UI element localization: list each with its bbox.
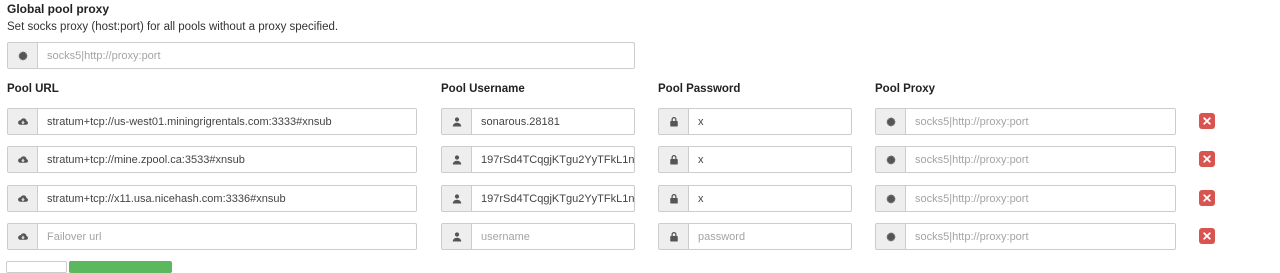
lock-icon [659, 109, 689, 134]
pool-username-group[interactable]: sonarous.28181 [441, 108, 635, 135]
pool-proxy-group[interactable]: socks5|http://proxy:port [875, 146, 1176, 173]
pool-username-group[interactable]: username [441, 223, 635, 250]
lock-icon [659, 224, 689, 249]
close-icon [1203, 194, 1211, 202]
pool-password-input[interactable]: x [689, 186, 851, 211]
header-pool-proxy: Pool Proxy [875, 83, 936, 95]
pool-url-group[interactable]: Failover url [7, 223, 417, 250]
header-pool-username: Pool Username [441, 83, 525, 95]
pool-url-input[interactable]: stratum+tcp://us-west01.miningrigrentals… [38, 109, 416, 134]
close-icon [1203, 232, 1211, 240]
pool-password-group[interactable]: x [658, 108, 852, 135]
global-proxy-title: Global pool proxy [7, 2, 110, 16]
user-icon [442, 147, 472, 172]
close-icon [1203, 117, 1211, 125]
user-icon [442, 109, 472, 134]
pool-proxy-input[interactable]: socks5|http://proxy:port [906, 224, 1175, 249]
add-pool-button[interactable] [6, 261, 67, 273]
cloud-download-icon [8, 109, 38, 134]
user-icon [442, 186, 472, 211]
pool-url-group[interactable]: stratum+tcp://x11.usa.nicehash.com:3336#… [7, 185, 417, 212]
cloud-download-icon [8, 224, 38, 249]
pool-password-input[interactable]: x [689, 109, 851, 134]
gear-icon [876, 186, 906, 211]
pool-proxy-input[interactable]: socks5|http://proxy:port [906, 147, 1175, 172]
pool-password-group[interactable]: x [658, 185, 852, 212]
delete-pool-button[interactable] [1199, 228, 1215, 244]
gear-icon [8, 43, 38, 68]
delete-pool-button[interactable] [1199, 151, 1215, 167]
user-icon [442, 224, 472, 249]
close-icon [1203, 155, 1211, 163]
pool-username-group[interactable]: 197rSd4TCqgjKTgu2YyTFkL1nR [441, 146, 635, 173]
pool-proxy-input[interactable]: socks5|http://proxy:port [906, 186, 1175, 211]
global-proxy-description: Set socks proxy (host:port) for all pool… [7, 21, 339, 33]
pool-username-group[interactable]: 197rSd4TCqgjKTgu2YyTFkL1nR [441, 185, 635, 212]
pool-proxy-group[interactable]: socks5|http://proxy:port [875, 185, 1176, 212]
gear-icon [876, 109, 906, 134]
header-pool-password: Pool Password [658, 83, 741, 95]
delete-pool-button[interactable] [1199, 190, 1215, 206]
pool-password-group[interactable]: x [658, 146, 852, 173]
gear-icon [876, 147, 906, 172]
delete-pool-button[interactable] [1199, 113, 1215, 129]
lock-icon [659, 186, 689, 211]
pool-password-group[interactable]: password [658, 223, 852, 250]
pool-url-group[interactable]: stratum+tcp://us-west01.miningrigrentals… [7, 108, 417, 135]
pool-username-input[interactable]: 197rSd4TCqgjKTgu2YyTFkL1nR [472, 186, 634, 211]
cloud-download-icon [8, 186, 38, 211]
gear-icon [876, 224, 906, 249]
pool-url-input[interactable]: Failover url [38, 224, 416, 249]
pool-url-input[interactable]: stratum+tcp://x11.usa.nicehash.com:3336#… [38, 186, 416, 211]
save-pools-button[interactable] [69, 261, 172, 273]
pool-password-input[interactable]: password [689, 224, 851, 249]
pool-password-input[interactable]: x [689, 147, 851, 172]
pool-url-input[interactable]: stratum+tcp://mine.zpool.ca:3533#xnsub [38, 147, 416, 172]
pool-username-input[interactable]: sonarous.28181 [472, 109, 634, 134]
pool-proxy-input[interactable]: socks5|http://proxy:port [906, 109, 1175, 134]
pool-username-input[interactable]: 197rSd4TCqgjKTgu2YyTFkL1nR [472, 147, 634, 172]
cloud-download-icon [8, 147, 38, 172]
lock-icon [659, 147, 689, 172]
pool-url-group[interactable]: stratum+tcp://mine.zpool.ca:3533#xnsub [7, 146, 417, 173]
global-proxy-input-group[interactable]: socks5|http://proxy:port [7, 42, 635, 69]
global-proxy-input[interactable]: socks5|http://proxy:port [38, 43, 634, 68]
header-pool-url: Pool URL [7, 83, 59, 95]
pool-username-input[interactable]: username [472, 224, 634, 249]
pool-proxy-group[interactable]: socks5|http://proxy:port [875, 223, 1176, 250]
pool-proxy-group[interactable]: socks5|http://proxy:port [875, 108, 1176, 135]
